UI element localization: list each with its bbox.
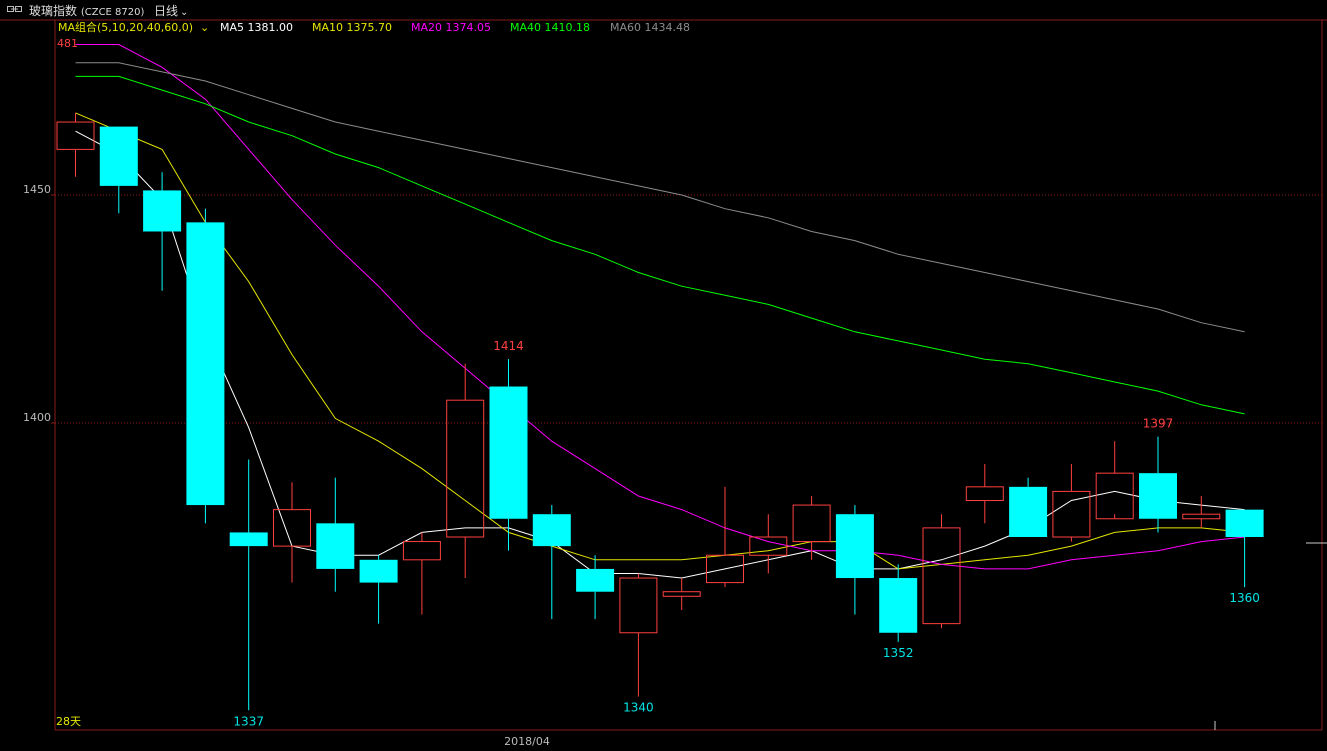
candle (835, 505, 874, 615)
candle (273, 482, 311, 583)
ma-legend-item: MA40 1410.18 (510, 21, 590, 34)
candle-body (186, 222, 225, 506)
ma-line-ma10 (75, 112, 1245, 570)
candle-body (879, 578, 918, 633)
price-extreme-label: 1414 (493, 339, 524, 353)
ma-group-label: MA组合(5,10,20,40,60,0) (58, 20, 193, 34)
ma-line-ma40 (75, 75, 1245, 415)
candle (922, 514, 961, 629)
candle-body (576, 568, 615, 592)
candle (446, 363, 485, 579)
price-extreme-label: 1352 (883, 646, 914, 660)
candle-body (662, 591, 701, 597)
candle-body (1225, 509, 1264, 537)
chevron-down-icon: ⌄ (200, 21, 209, 34)
chart-footer: 28天 2018/04 (56, 715, 1216, 748)
y-tick-label: 1400 (23, 411, 51, 424)
candle (402, 532, 441, 615)
price-labels: 1414 1337 1340 1352 1397 1360 481 (57, 37, 1260, 728)
top-value-label: 481 (57, 37, 78, 50)
candle (1139, 436, 1177, 533)
candle (619, 573, 658, 697)
candle-body (1095, 472, 1134, 520)
candle-body (965, 486, 1004, 502)
ma-legend-item: MA20 1374.05 (411, 21, 491, 34)
candle-body (792, 504, 831, 543)
price-extreme-label: 1360 (1229, 591, 1260, 605)
candle (99, 126, 138, 214)
ma-line-ma5 (75, 130, 1245, 579)
candle (359, 555, 398, 624)
candle (1095, 441, 1134, 520)
candle-body (143, 190, 182, 232)
candle (576, 555, 615, 620)
candle-body (922, 527, 961, 625)
y-axis: 1450 1400 (23, 183, 55, 424)
candle (532, 505, 571, 620)
candle-body (229, 532, 268, 547)
candle-body (619, 577, 658, 634)
price-extreme-label: 1340 (623, 701, 654, 715)
candle-body (56, 121, 95, 150)
grid-lines (55, 194, 1322, 424)
candle (965, 464, 1004, 524)
moving-average-lines (75, 44, 1245, 579)
candle-body (489, 386, 528, 519)
candle (316, 477, 355, 592)
price-extreme-label: 1337 (233, 714, 264, 728)
candle (56, 112, 95, 177)
candle (143, 172, 182, 291)
candle (229, 459, 268, 711)
candle (1225, 509, 1264, 588)
candle-body (1139, 473, 1177, 519)
candle-body (1182, 513, 1221, 520)
candle-body (532, 514, 571, 547)
candle-body (359, 559, 398, 583)
candle-body (1009, 486, 1048, 537)
ma-legend-item: MA5 1381.00 (220, 21, 293, 34)
candle-body (316, 523, 355, 569)
price-extreme-label: 1397 (1143, 417, 1174, 431)
days-count-label: 28天 (56, 715, 81, 728)
ma-legend-item: MA60 1434.48 (610, 21, 690, 34)
candle (879, 564, 918, 642)
ma-line-ma60 (75, 62, 1245, 333)
candle-body (446, 399, 485, 538)
ma-legend: MA组合(5,10,20,40,60,0) ⌄ MA5 1381.00 MA10 13… (58, 20, 690, 34)
candle-body (402, 541, 441, 561)
candle (186, 208, 225, 524)
x-tick-label: 2018/04 (504, 735, 550, 748)
candle (1182, 495, 1221, 528)
y-tick-label: 1450 (23, 183, 51, 196)
candle-body (835, 514, 874, 579)
candles (56, 112, 1264, 711)
candle (1009, 477, 1048, 537)
candlestick-chart[interactable]: 1450 1400 1414 1337 1340 1352 1397 1360 481 MA组… (0, 0, 1327, 751)
candle-body (99, 126, 138, 186)
ma-legend-item: MA10 1375.70 (312, 21, 392, 34)
candle (1052, 464, 1091, 542)
candle (662, 578, 701, 610)
candle (489, 359, 528, 551)
candle-body (273, 509, 311, 547)
